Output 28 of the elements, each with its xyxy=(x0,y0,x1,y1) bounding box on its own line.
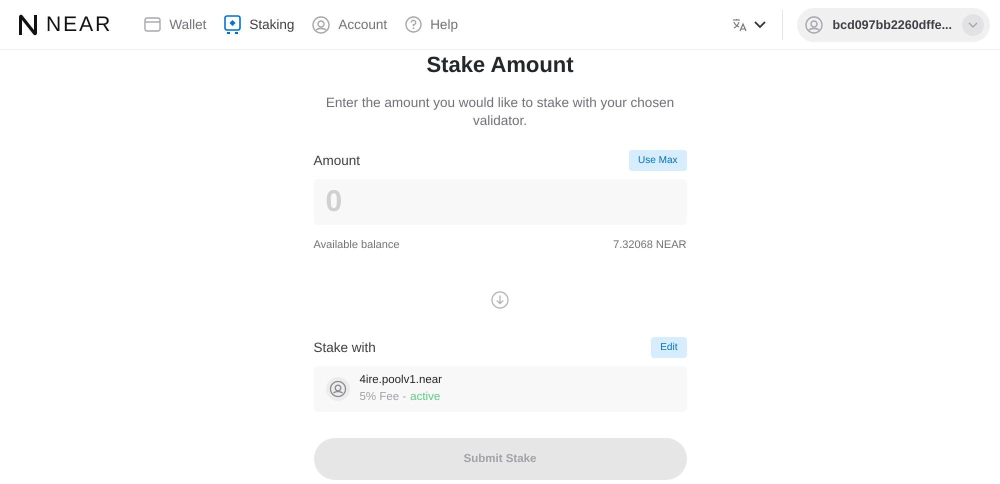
wallet-icon xyxy=(144,17,162,32)
stake-with-label: Stake with xyxy=(314,340,376,355)
validator-status: active xyxy=(410,390,440,402)
amount-label: Amount xyxy=(314,153,360,168)
page-subtitle: Enter the amount you would like to stake with your chosen validator. xyxy=(324,94,676,130)
staking-icon xyxy=(224,15,242,34)
help-icon xyxy=(405,16,422,33)
edit-button[interactable]: Edit xyxy=(651,337,686,358)
nav-tab[interactable]: Help xyxy=(405,16,458,33)
validator-fee: 5% Fee - xyxy=(360,390,406,402)
logo-icon xyxy=(16,12,40,36)
nav-tab[interactable]: Account xyxy=(312,16,388,34)
balance-label: Available balance xyxy=(314,239,400,251)
page-title: Stake Amount xyxy=(425,52,575,78)
validator-name: 4ire.poolv1.near xyxy=(360,374,442,386)
arrow-down-icon xyxy=(491,291,509,309)
nav-tab[interactable]: Wallet xyxy=(144,17,206,32)
account-icon xyxy=(312,16,330,34)
balance-value: 7.32068 NEAR xyxy=(613,239,686,251)
account-icon xyxy=(804,16,822,34)
nav-tab[interactable]: Staking xyxy=(224,15,294,34)
account-button[interactable]: bcd097bb2260dffe... xyxy=(796,8,990,42)
chevron-down-icon xyxy=(754,20,766,28)
logo-text: NEAR xyxy=(46,12,112,36)
chevron-down-icon xyxy=(962,14,984,36)
validator-avatar-icon xyxy=(326,377,350,401)
translate-icon xyxy=(732,18,748,32)
use-max-button[interactable]: Use Max xyxy=(629,150,686,171)
